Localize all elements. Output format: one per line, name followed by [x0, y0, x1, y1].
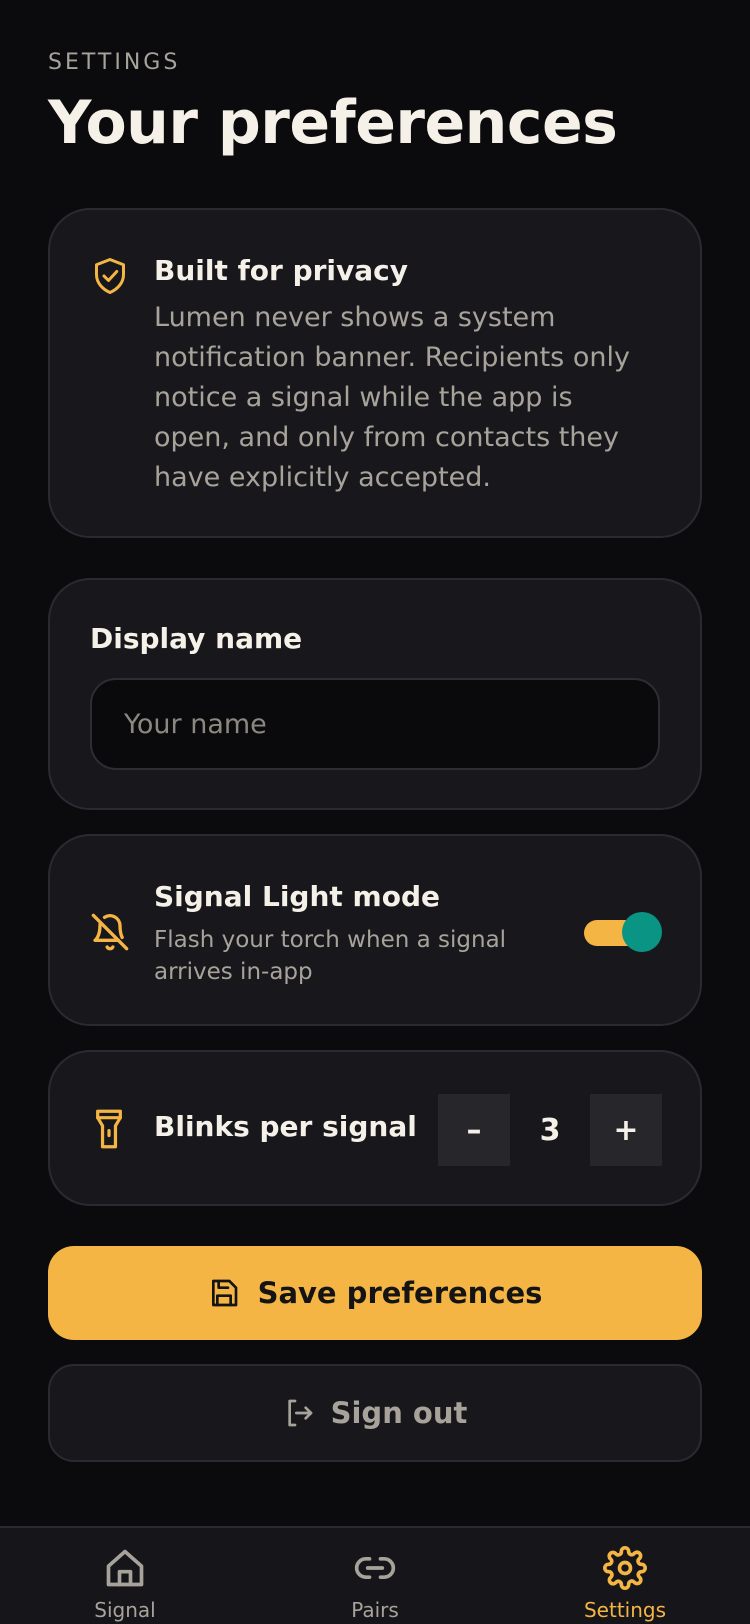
- gear-icon: [603, 1546, 647, 1590]
- blinks-card: Blinks per signal – 3 +: [48, 1050, 702, 1206]
- privacy-card: Built for privacy Lumen never shows a sy…: [48, 208, 702, 538]
- toggle-knob: [622, 912, 662, 952]
- sign-out-label: Sign out: [330, 1396, 468, 1430]
- tab-settings[interactable]: Settings: [550, 1546, 700, 1624]
- tab-pairs[interactable]: Pairs: [300, 1546, 450, 1624]
- bottom-tab-bar: Signal Pairs Settings: [0, 1526, 750, 1624]
- settings-screen: SETTINGS Your preferences Built for priv…: [0, 0, 750, 1624]
- privacy-heading: Built for privacy: [154, 254, 409, 287]
- save-preferences-button[interactable]: Save preferences: [48, 1246, 702, 1340]
- display-name-card: Display name: [48, 578, 702, 810]
- sign-out-button[interactable]: Sign out: [48, 1364, 702, 1462]
- flashlight-icon: [96, 1109, 122, 1149]
- link-icon: [354, 1557, 396, 1579]
- save-icon: [211, 1279, 237, 1307]
- log-out-icon: [287, 1399, 312, 1427]
- bell-off-icon: [91, 913, 129, 951]
- decrement-button[interactable]: –: [438, 1094, 510, 1166]
- signal-light-heading: Signal Light mode: [154, 880, 440, 913]
- tab-label: Pairs: [351, 1598, 399, 1622]
- display-name-input[interactable]: [90, 678, 660, 770]
- blinks-value: 3: [539, 1112, 561, 1148]
- page-title: Your preferences: [48, 88, 618, 158]
- shield-check-icon: [95, 258, 125, 294]
- display-name-label: Display name: [90, 622, 303, 655]
- signal-light-card: Signal Light mode Flash your torch when …: [48, 834, 702, 1026]
- signal-light-description: Flash your torch when a signal arrives i…: [154, 927, 507, 985]
- save-label: Save preferences: [257, 1276, 543, 1310]
- home-icon: [106, 1549, 144, 1587]
- section-eyebrow: SETTINGS: [48, 50, 181, 75]
- signal-light-toggle[interactable]: [582, 910, 666, 956]
- privacy-body: Lumen never shows a system notification …: [154, 302, 630, 493]
- blinks-label: Blinks per signal: [154, 1110, 417, 1143]
- tab-label: Signal: [94, 1598, 156, 1622]
- tab-label: Settings: [583, 1598, 667, 1622]
- increment-button[interactable]: +: [590, 1094, 662, 1166]
- tab-signal[interactable]: Signal: [50, 1546, 200, 1624]
